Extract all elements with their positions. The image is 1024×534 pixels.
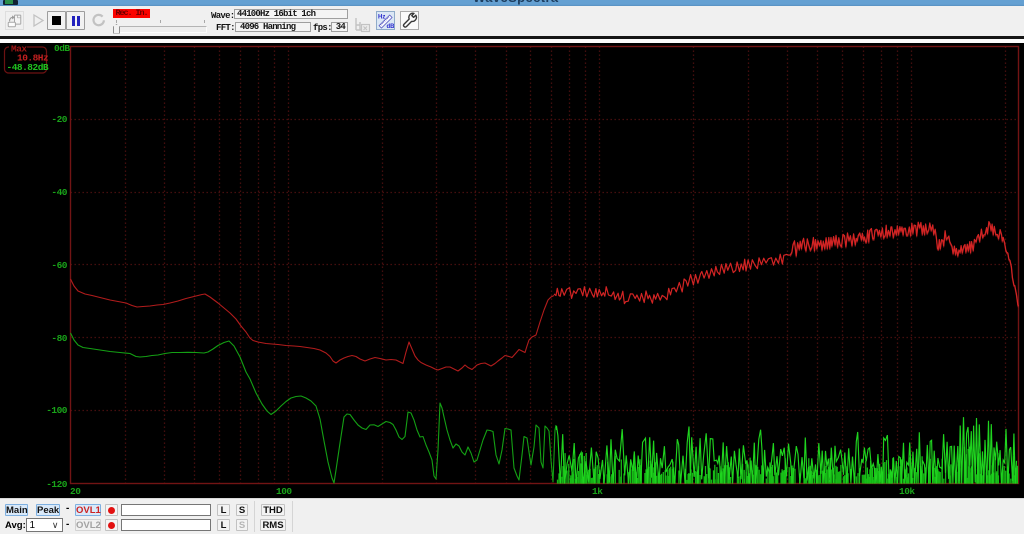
svg-text:-48.82dB: -48.82dB [7, 62, 49, 73]
svg-text:dB: dB [387, 24, 395, 29]
svg-text:Hz: Hz [378, 15, 385, 21]
